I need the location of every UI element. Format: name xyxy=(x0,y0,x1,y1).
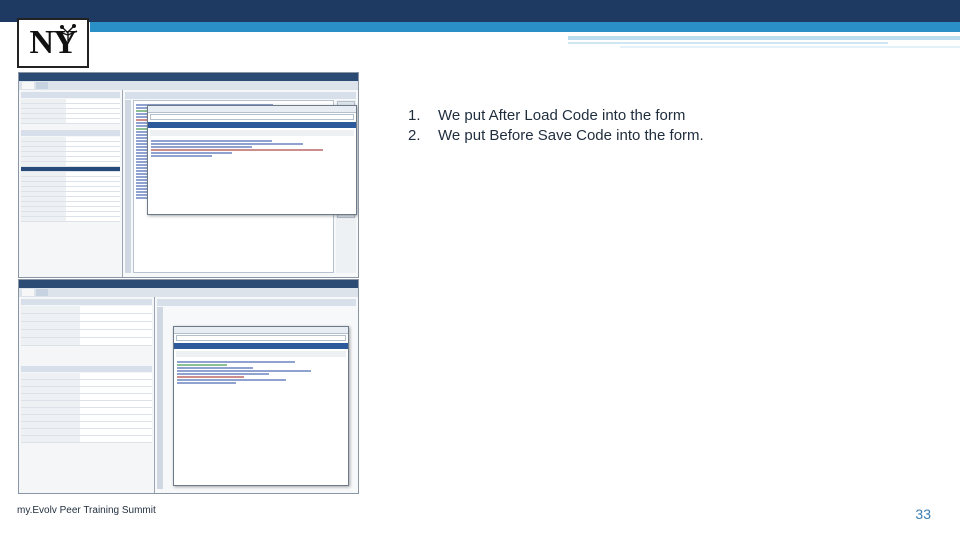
field-row[interactable] xyxy=(21,338,152,346)
property-row[interactable] xyxy=(21,387,152,394)
properties-header xyxy=(21,130,120,136)
editor-header xyxy=(157,299,356,306)
property-row[interactable] xyxy=(21,408,152,415)
note-number: 1. xyxy=(408,107,421,124)
property-row[interactable] xyxy=(21,422,152,429)
screenshot-after-load-code xyxy=(18,72,359,278)
field-list-panel xyxy=(19,297,155,493)
dialog-code[interactable] xyxy=(174,358,348,387)
dialog-titlebar xyxy=(174,327,348,334)
form-designer-titlebar xyxy=(19,73,358,81)
webpage-dialog xyxy=(147,105,357,215)
dialog-toolbar xyxy=(150,130,354,136)
dialog-section-header xyxy=(148,122,356,128)
field-row[interactable] xyxy=(21,322,152,330)
top-banner-accent xyxy=(90,22,960,32)
ny-logo: NY xyxy=(17,18,89,68)
form-designer-tabs xyxy=(19,288,358,297)
decorative-line xyxy=(568,42,888,44)
dialog-url-bar xyxy=(176,335,346,341)
field-list-panel xyxy=(19,90,123,277)
property-row[interactable] xyxy=(21,394,152,401)
decorative-line xyxy=(620,46,960,48)
field-row[interactable] xyxy=(21,306,152,314)
property-row[interactable] xyxy=(21,415,152,422)
dialog-titlebar xyxy=(148,106,356,113)
dialog-section-header xyxy=(174,343,348,349)
editor-gutter xyxy=(125,100,131,273)
footer-text: my.Evolv Peer Training Summit xyxy=(17,505,156,516)
property-row[interactable] xyxy=(21,436,152,443)
note-text: We put Before Save Code into the form. xyxy=(438,127,704,144)
field-row[interactable] xyxy=(21,330,152,338)
page-number: 33 xyxy=(915,506,931,522)
note-text: We put After Load Code into the form xyxy=(438,107,686,124)
property-row[interactable] xyxy=(21,380,152,387)
designer-tab[interactable] xyxy=(22,82,34,89)
property-row[interactable] xyxy=(21,217,120,222)
designer-tab[interactable] xyxy=(36,82,48,89)
dialog-toolbar xyxy=(176,351,346,357)
note-item: 1. We put After Load Code into the form xyxy=(408,106,938,126)
panel-header xyxy=(21,299,152,305)
properties-header xyxy=(21,366,152,372)
editor-header xyxy=(125,92,356,99)
panel-header xyxy=(21,92,120,98)
property-row[interactable] xyxy=(21,429,152,436)
screenshot-before-save-code xyxy=(18,279,359,494)
decorative-line xyxy=(568,36,960,40)
editor-gutter xyxy=(157,307,163,489)
form-designer-titlebar xyxy=(19,280,358,288)
note-item: 2. We put Before Save Code into the form… xyxy=(408,126,938,146)
webpage-dialog xyxy=(173,326,349,486)
top-banner xyxy=(0,0,960,22)
notes-list: 1. We put After Load Code into the form … xyxy=(408,106,938,146)
dialog-code[interactable] xyxy=(148,137,356,160)
note-number: 2. xyxy=(408,127,421,144)
tree-icon xyxy=(58,24,78,41)
property-row[interactable] xyxy=(21,373,152,380)
property-row[interactable] xyxy=(21,401,152,408)
designer-tab[interactable] xyxy=(22,289,34,296)
dialog-url-bar xyxy=(150,114,354,120)
form-designer-tabs xyxy=(19,81,358,90)
designer-tab[interactable] xyxy=(36,289,48,296)
field-row[interactable] xyxy=(21,314,152,322)
